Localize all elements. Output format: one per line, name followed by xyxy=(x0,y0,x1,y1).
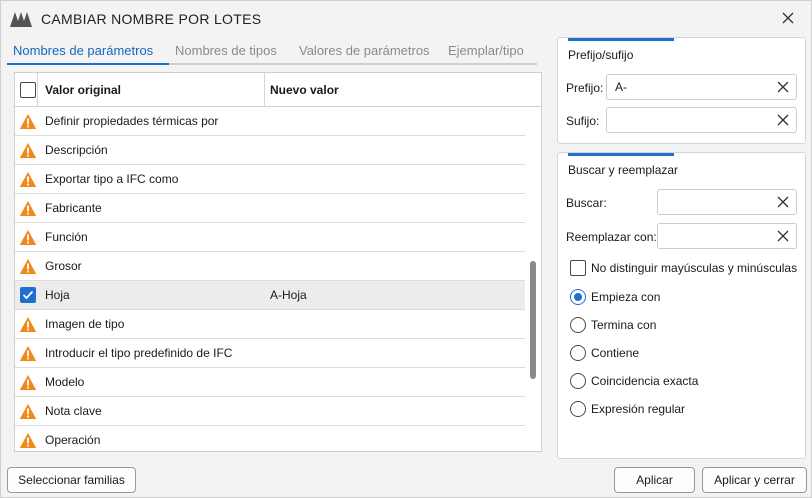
prefix-value: A- xyxy=(615,80,627,94)
table-row[interactable]: Definir propiedades térmicas por xyxy=(15,107,525,136)
batch-rename-window: CAMBIAR NOMBRE POR LOTES Nombres de pará… xyxy=(0,0,812,498)
match-mode-option[interactable]: Contiene xyxy=(570,344,770,364)
table-row[interactable]: Exportar tipo a IFC como xyxy=(15,165,525,194)
prefix-suffix-panel: Prefijo/sufijo Prefijo: A- Sufijo: xyxy=(557,37,806,144)
clear-icon[interactable] xyxy=(776,113,790,127)
match-mode-label: Termina con xyxy=(591,318,657,332)
replace-input[interactable] xyxy=(657,223,797,249)
table-row[interactable]: Fabricante xyxy=(15,194,525,223)
cell-original-value: Grosor xyxy=(45,259,82,273)
table-row[interactable]: Nota clave xyxy=(15,397,525,426)
radio-button[interactable] xyxy=(570,289,586,305)
panel-title: Prefijo/sufijo xyxy=(568,48,634,62)
apply-and-close-button[interactable]: Aplicar y cerrar xyxy=(702,467,807,493)
clear-icon[interactable] xyxy=(776,195,790,209)
cell-original-value: Modelo xyxy=(45,375,85,389)
window-title: CAMBIAR NOMBRE POR LOTES xyxy=(41,11,262,27)
cell-original-value: Introducir el tipo predefinido de IFC xyxy=(45,346,233,360)
panel-accent-bar xyxy=(568,153,674,156)
warning-icon xyxy=(19,143,37,158)
prefix-input[interactable]: A- xyxy=(606,74,797,100)
column-header-original[interactable]: Valor original xyxy=(45,73,121,107)
ignore-case-option[interactable]: No distinguir mayúsculas y minúsculas xyxy=(570,259,800,279)
apply-button[interactable]: Aplicar xyxy=(614,467,695,493)
cell-original-value: Función xyxy=(45,230,88,244)
radio-button[interactable] xyxy=(570,373,586,389)
match-mode-label: Expresión regular xyxy=(591,402,686,416)
warning-icon xyxy=(19,433,37,448)
cell-original-value: Descripción xyxy=(45,143,108,157)
cell-original-value: Fabricante xyxy=(45,201,102,215)
cell-original-value: Operación xyxy=(45,433,101,447)
app-logo-icon xyxy=(10,12,32,27)
suffix-input[interactable] xyxy=(606,107,797,133)
cell-original-value: Exportar tipo a IFC como xyxy=(45,172,179,186)
warning-icon xyxy=(19,172,37,187)
parameters-grid: Valor original Nuevo valor Definir propi… xyxy=(14,72,542,452)
cell-original-value: Hoja xyxy=(45,288,70,302)
find-label: Buscar: xyxy=(566,196,607,210)
warning-icon xyxy=(19,114,37,129)
match-mode-option[interactable]: Empieza con xyxy=(570,288,770,308)
table-row[interactable]: Descripción xyxy=(15,136,525,165)
tab-bar: Nombres de parámetros Nombres de tipos V… xyxy=(7,39,537,65)
match-mode-option[interactable]: Coincidencia exacta xyxy=(570,372,770,392)
active-tab-indicator xyxy=(7,63,169,65)
table-row[interactable]: Imagen de tipo xyxy=(15,310,525,339)
table-row[interactable]: Función xyxy=(15,223,525,252)
vertical-scrollbar[interactable] xyxy=(525,107,541,451)
warning-icon xyxy=(19,259,37,274)
table-row[interactable]: Hoja A-Hoja xyxy=(15,281,525,310)
warning-icon xyxy=(19,375,37,390)
ignore-case-label: No distinguir mayúsculas y minúsculas xyxy=(591,261,798,275)
radio-button[interactable] xyxy=(570,401,586,417)
warning-icon xyxy=(19,317,37,332)
radio-button[interactable] xyxy=(570,345,586,361)
find-replace-panel: Buscar y reemplazar Buscar: Reemplazar c… xyxy=(557,152,806,459)
ignore-case-checkbox[interactable] xyxy=(570,260,586,276)
column-header-new[interactable]: Nuevo valor xyxy=(270,73,339,107)
clear-icon[interactable] xyxy=(776,229,790,243)
find-input[interactable] xyxy=(657,189,797,215)
cell-new-value[interactable]: A-Hoja xyxy=(270,281,307,310)
clear-icon[interactable] xyxy=(776,80,790,94)
tab-parameter-names[interactable]: Nombres de parámetros xyxy=(13,43,153,58)
match-mode-option[interactable]: Expresión regular xyxy=(570,400,770,420)
table-row[interactable]: Modelo xyxy=(15,368,525,397)
replace-label: Reemplazar con: xyxy=(566,230,657,244)
suffix-label: Sufijo: xyxy=(566,114,600,128)
tab-parameter-values[interactable]: Valores de parámetros xyxy=(299,43,430,58)
close-icon[interactable] xyxy=(779,9,797,27)
column-divider xyxy=(37,73,38,107)
table-row[interactable]: Introducir el tipo predefinido de IFC xyxy=(15,339,525,368)
table-row[interactable]: Operación xyxy=(15,426,525,451)
select-all-checkbox[interactable] xyxy=(20,82,36,98)
check-icon xyxy=(22,290,34,300)
match-mode-option[interactable]: Termina con xyxy=(570,316,770,336)
cell-original-value: Imagen de tipo xyxy=(45,317,125,331)
grid-header: Valor original Nuevo valor xyxy=(15,73,541,107)
match-mode-label: Coincidencia exacta xyxy=(591,374,699,388)
panel-accent-bar xyxy=(568,38,674,41)
table-row[interactable]: Grosor xyxy=(15,252,525,281)
warning-icon xyxy=(19,346,37,361)
row-checkbox[interactable] xyxy=(20,287,36,303)
warning-icon xyxy=(19,404,37,419)
tab-instance-type[interactable]: Ejemplar/tipo xyxy=(448,43,524,58)
warning-icon xyxy=(19,201,37,216)
cell-original-value: Nota clave xyxy=(45,404,102,418)
prefix-label: Prefijo: xyxy=(566,81,604,95)
radio-button[interactable] xyxy=(570,317,586,333)
match-mode-label: Empieza con xyxy=(591,290,661,304)
tab-type-names[interactable]: Nombres de tipos xyxy=(175,43,277,58)
cell-original-value: Definir propiedades térmicas por xyxy=(45,114,219,128)
match-mode-label: Contiene xyxy=(591,346,640,360)
scrollbar-thumb[interactable] xyxy=(530,261,536,379)
warning-icon xyxy=(19,230,37,245)
panel-title: Buscar y reemplazar xyxy=(568,163,679,177)
title-bar: CAMBIAR NOMBRE POR LOTES xyxy=(1,1,811,37)
select-families-button[interactable]: Seleccionar familias xyxy=(7,467,136,493)
